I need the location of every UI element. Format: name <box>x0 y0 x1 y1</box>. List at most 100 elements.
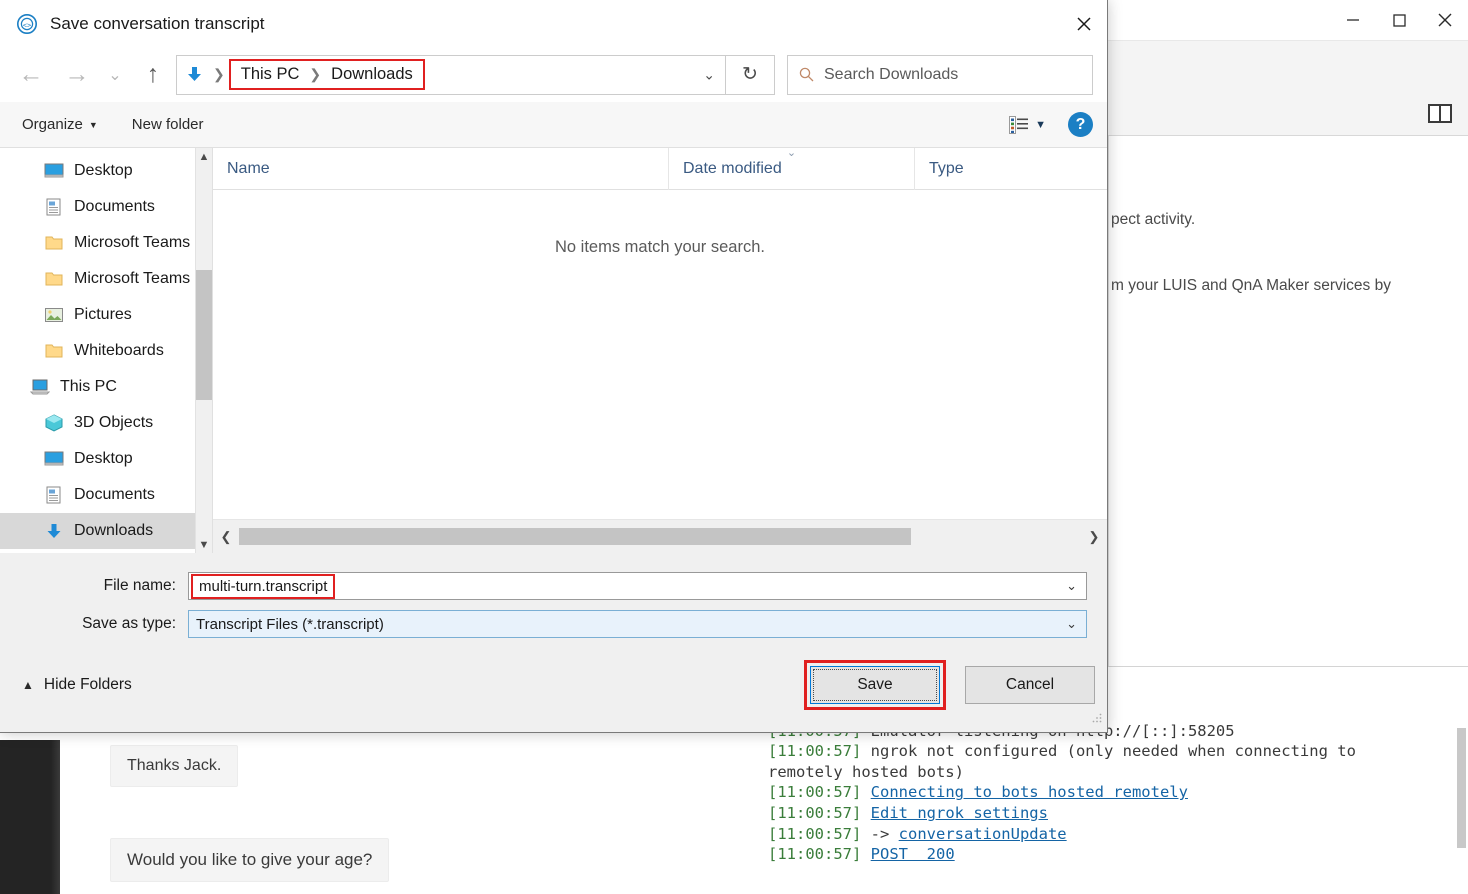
downloads-icon <box>177 65 211 84</box>
tree-item-documents[interactable]: Documents <box>0 477 212 513</box>
background-window-titlebar <box>1108 0 1468 41</box>
back-arrow-icon[interactable]: ← <box>8 55 54 95</box>
chat-bubble: Thanks Jack. <box>110 745 239 787</box>
background-document-text: pect activity. m your LUIS and QnA Maker… <box>1108 136 1468 666</box>
log-timestamp: [11:00:57] <box>768 783 862 802</box>
scroll-up-icon[interactable]: ▲ <box>196 148 212 165</box>
tree-item-label: Downloads <box>74 522 154 539</box>
terminal-scrollbar[interactable] <box>1457 728 1466 848</box>
scrollbar-track[interactable] <box>239 528 1081 545</box>
log-line: remotely hosted bots) <box>768 762 1468 783</box>
scroll-right-icon[interactable]: ❯ <box>1081 529 1107 545</box>
file-name-value: multi-turn.transcript <box>191 573 336 599</box>
log-timestamp: [11:00:57] <box>768 804 862 823</box>
new-folder-label: New folder <box>131 116 204 133</box>
save-as-type-select[interactable]: Transcript Files (*.transcript) ⌄ <box>188 610 1087 638</box>
tree-item-microsoft-teams[interactable]: Microsoft Teams <box>0 225 212 261</box>
svg-text:<>: <> <box>23 21 31 29</box>
chevron-down-icon[interactable]: ⌄ <box>1066 578 1077 594</box>
sort-indicator-icon: ⌄ <box>786 146 797 159</box>
log-line: [11:00:57] Edit ngrok settings <box>768 803 1468 824</box>
downloads-icon <box>47 524 61 538</box>
tree-item-label: Whiteboards <box>74 342 164 359</box>
search-input[interactable]: Search Downloads <box>787 54 1093 95</box>
hide-folders-button[interactable]: ▲ Hide Folders <box>22 676 132 694</box>
tree-item-label: Desktop <box>74 450 133 467</box>
dialog-footer: ▲ Hide Folders Save Cancel <box>0 643 1107 727</box>
dialog-titlebar: <> Save conversation transcript <box>0 0 1107 47</box>
log-line: [11:00:57] POST 200 <box>768 844 1468 865</box>
chat-sidebar-strip <box>0 740 60 894</box>
log-line: [11:00:57] ngrok not configured (only ne… <box>768 741 1468 762</box>
log-link[interactable]: POST 200 <box>871 845 955 863</box>
refresh-icon[interactable]: ↻ <box>726 54 775 95</box>
breadcrumb-this-pc[interactable]: This PC <box>241 65 300 84</box>
log-link[interactable]: Connecting to bots hosted remotely <box>871 783 1188 801</box>
dialog-close-icon[interactable] <box>1060 0 1107 47</box>
chevron-down-icon: ▼ <box>88 119 98 130</box>
documents-icon <box>46 198 61 216</box>
tree-item-microsoft-teams[interactable]: Microsoft Teams <box>0 261 212 297</box>
close-icon[interactable] <box>1422 0 1468 41</box>
dialog-title: Save conversation transcript <box>50 13 265 33</box>
dialog-body: Desktop Documents Microsoft Teams Micros… <box>0 146 1107 553</box>
new-folder-button[interactable]: New folder <box>132 116 204 133</box>
scrollbar-thumb[interactable] <box>239 528 911 545</box>
tree-item-pictures[interactable]: Pictures <box>0 297 212 333</box>
up-arrow-icon[interactable]: ↑ <box>130 55 176 95</box>
documents-icon <box>46 486 61 504</box>
save-dialog: <> Save conversation transcript ← → ⌄ ↑ … <box>0 0 1108 733</box>
horizontal-scrollbar[interactable]: ❮ ❯ <box>213 519 1107 553</box>
organize-button[interactable]: Organize ▼ <box>22 116 98 133</box>
pictures-icon <box>45 308 63 322</box>
tree-item-whiteboards[interactable]: Whiteboards <box>0 333 212 369</box>
save-button[interactable]: Save <box>810 666 940 704</box>
tree-item-downloads[interactable]: Downloads <box>0 513 212 549</box>
breadcrumb-downloads[interactable]: Downloads <box>331 65 413 84</box>
scroll-down-icon[interactable]: ▼ <box>196 536 212 553</box>
log-link[interactable]: conversationUpdate <box>899 825 1067 843</box>
tree-item-label: Pictures <box>74 306 132 323</box>
chevron-down-icon[interactable]: ⌄ <box>703 66 715 83</box>
minimize-icon[interactable] <box>1330 0 1376 41</box>
tree-item-this-pc[interactable]: This PC <box>0 369 212 405</box>
tree-item-documents[interactable]: Documents <box>0 189 212 225</box>
column-header-type[interactable]: Type <box>914 147 1074 190</box>
chevron-down-icon[interactable]: ⌄ <box>1066 616 1077 632</box>
resize-grip-icon[interactable] <box>1091 712 1103 724</box>
3d-objects-icon <box>45 414 63 432</box>
help-button[interactable]: ? <box>1068 112 1093 137</box>
desktop-icon <box>44 451 64 466</box>
scroll-left-icon[interactable]: ❮ <box>213 529 239 545</box>
log-timestamp: [11:00:57] <box>768 742 862 761</box>
column-headers: Name ⌄ Date modified Type <box>213 146 1107 190</box>
column-header-date-modified[interactable]: ⌄ Date modified <box>668 146 914 190</box>
tree-item-desktop[interactable]: Desktop <box>0 441 212 477</box>
scrollbar-thumb[interactable] <box>196 270 212 400</box>
background-text-line: pect activity. <box>1111 211 1196 228</box>
tree-item-desktop[interactable]: Desktop <box>0 153 212 189</box>
tree-item-label: Microsoft Teams <box>74 270 191 287</box>
recent-locations-icon[interactable]: ⌄ <box>100 55 130 95</box>
desktop-icon <box>44 163 64 178</box>
file-name-input[interactable]: multi-turn.transcript ⌄ <box>188 572 1087 600</box>
hide-folders-label: Hide Folders <box>43 676 132 693</box>
this-pc-icon <box>30 379 50 395</box>
tree-item-3d-objects[interactable]: 3D Objects <box>0 405 212 441</box>
breadcrumb[interactable]: This PC ❯ Downloads <box>228 59 425 90</box>
list-view-icon[interactable] <box>1009 115 1029 134</box>
log-link[interactable]: Edit ngrok settings <box>871 804 1048 822</box>
forward-arrow-icon[interactable]: → <box>54 55 100 95</box>
split-panel-icon[interactable] <box>1428 104 1452 123</box>
chat-bubble: Would you like to give your age? <box>110 838 390 882</box>
maximize-icon[interactable] <box>1376 0 1422 41</box>
address-bar[interactable]: ❯ This PC ❯ Downloads ⌄ <box>176 54 726 95</box>
column-header-name[interactable]: Name <box>213 148 668 190</box>
cancel-button[interactable]: Cancel <box>965 666 1095 704</box>
folder-icon <box>45 272 63 286</box>
view-options-chevron-down-icon[interactable]: ▼ <box>1035 119 1046 131</box>
chevron-up-icon: ▲ <box>22 678 34 692</box>
save-as-type-label: Save as type: <box>82 615 176 632</box>
tree-scrollbar[interactable]: ▲ ▼ <box>195 148 212 553</box>
tree-item-label: This PC <box>60 378 117 395</box>
